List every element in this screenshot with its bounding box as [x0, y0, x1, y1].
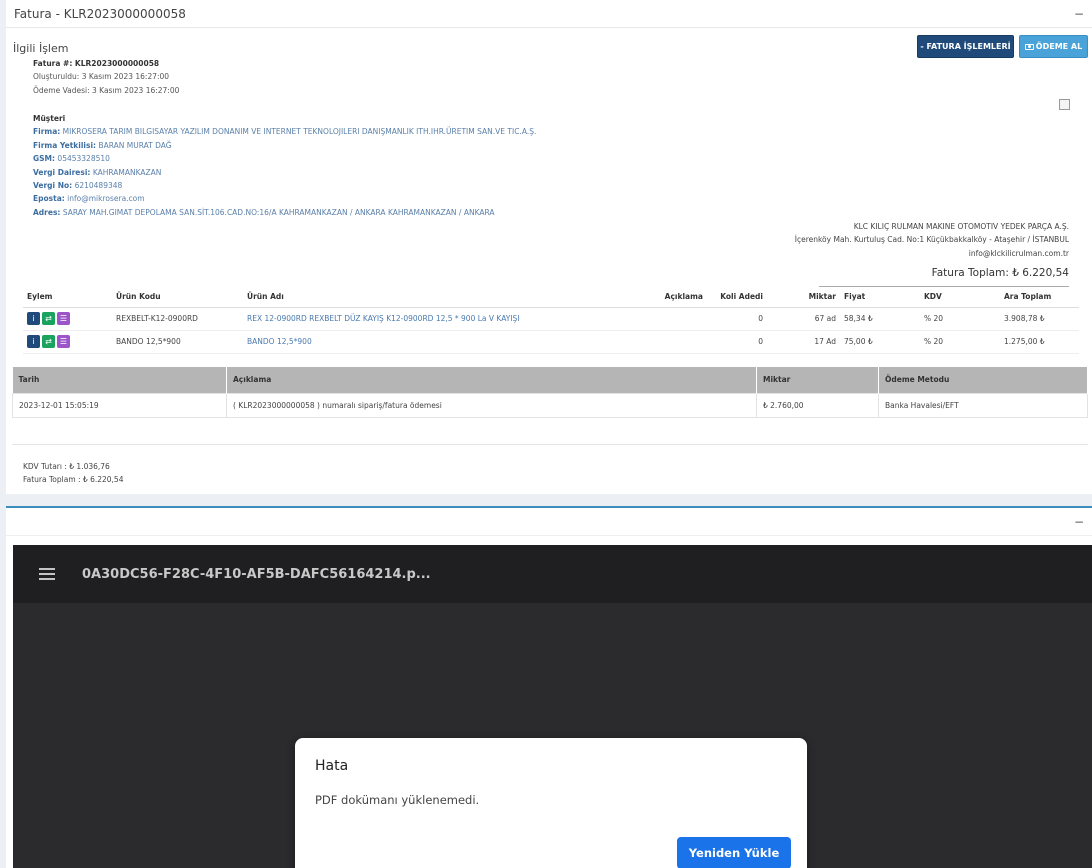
swap-icon[interactable]: ⇄ [42, 335, 55, 348]
collapse-icon[interactable]: − [1074, 7, 1084, 21]
collapse-icon[interactable]: − [1074, 515, 1084, 529]
info-icon[interactable]: i [27, 312, 40, 325]
error-dialog: Hata PDF dokümanı yüklenemedi. Yeniden Y… [295, 738, 807, 868]
payment-method: Banka Havalesi/EFT [878, 392, 1088, 418]
col-header: Ara Toplam [1000, 287, 1079, 308]
pdf-toolbar: 0A30DC56-F28C-4F10-AF5B-DAFC56164214.p..… [13, 545, 1092, 603]
customer-field: Eposta: info@mikrosera.com [33, 194, 145, 204]
kdv: % 20 [920, 307, 1000, 331]
info-icon[interactable]: i [27, 335, 40, 348]
items-header-row: Eylem Ürün Kodu Ürün Adı Açıklama Koli A… [23, 287, 1079, 308]
col-header: Ürün Kodu [112, 287, 243, 308]
pdf-panel: − 0A30DC56-F28C-4F10-AF5B-DAFC56164214.p… [6, 506, 1092, 868]
invoice-number: Fatura #: KLR2023000000058 [33, 59, 160, 68]
pdf-filename: 0A30DC56-F28C-4F10-AF5B-DAFC56164214.p..… [82, 566, 431, 582]
reload-button[interactable]: Yeniden Yükle [677, 837, 791, 868]
product-desc [657, 307, 707, 331]
col-header: Tarih [12, 367, 227, 393]
col-header: Açıklama [657, 287, 707, 308]
table-row: 2023-12-01 15:05:19 ( KLR2023000000058 )… [12, 392, 1088, 418]
kdv-total: KDV Tutarı : ₺ 1.036,76 [23, 462, 110, 471]
customer-field: Adres: SARAY MAH.GIMAT DEPOLAMA SAN.SİT.… [33, 207, 495, 217]
invoice-panel-header: Fatura - KLR2023000000058 − [6, 0, 1092, 28]
invoice-info: Fatura #: KLR2023000000058 Oluşturuldu: … [33, 57, 179, 97]
payment-date: 2023-12-01 15:05:19 [12, 392, 227, 418]
customer-field: Vergi No: 6210489348 [33, 181, 123, 191]
product-desc [657, 330, 707, 354]
subtotal: 1.275,00 ₺ [1000, 330, 1079, 354]
col-header: Koli Adedi [707, 287, 767, 308]
receive-payment-button[interactable]: ÖDEME AL [1019, 35, 1088, 58]
pdf-panel-header: − [6, 508, 1092, 536]
company-info: KLC KILIÇ RULMAN MAKINE OTOMOTIV YEDEK P… [795, 220, 1069, 260]
cash-icon [1024, 43, 1034, 50]
panel-title: Fatura - KLR2023000000058 [14, 6, 186, 21]
col-header: Miktar [767, 287, 840, 308]
quantity: 67 ad [767, 307, 840, 331]
price: 58,34 ₺ [840, 307, 920, 331]
invoice-due: Ödeme Vadesi: 3 Kasım 2023 16:27:00 [33, 85, 180, 95]
col-header: Ürün Adı [243, 287, 657, 308]
col-header: Eylem [23, 287, 112, 308]
invoice-grand-total: Fatura Toplam : ₺ 6.220,54 [23, 475, 124, 485]
col-header: Fiyat [840, 287, 920, 308]
section-title: İlgili İşlem [13, 42, 69, 55]
company-name: KLC KILIÇ RULMAN MAKINE OTOMOTIV YEDEK P… [853, 222, 1069, 231]
list-icon[interactable]: ☰ [57, 335, 70, 348]
customer-field: Firma: MIKROSERA TARIM BILGISAYAR YAZILI… [33, 127, 537, 137]
invoice-total: Fatura Toplam: ₺ 6.220,54 [931, 267, 1069, 279]
list-icon[interactable]: ☰ [57, 312, 70, 325]
dialog-title: Hata [315, 758, 349, 774]
summary: KDV Tutarı : ₺ 1.036,76 Fatura Toplam : … [23, 460, 123, 487]
price: 75,00 ₺ [840, 330, 920, 354]
invoice-panel: Fatura - KLR2023000000058 − İlgili İşlem… [6, 0, 1092, 494]
product-name-link[interactable]: BANDO 12,5*900 [243, 330, 657, 354]
table-row: i ⇄ ☰ REXBELT-K12-0900RD REX 12-0900RD REX… [23, 307, 1079, 331]
table-row: i ⇄ ☰ BANDO 12,5*900 BANDO 12,5*900 0 17 A… [23, 330, 1079, 354]
col-header: KDV [920, 287, 1000, 308]
pdf-viewer: 0A30DC56-F28C-4F10-AF5B-DAFC56164214.p..… [13, 545, 1092, 868]
invoice-operations-button[interactable]: - FATURA İŞLEMLERİ [917, 35, 1014, 58]
customer-info: Müşteri Firma: MIKROSERA TARIM BILGISAYA… [33, 112, 536, 219]
broken-image-icon [1059, 99, 1070, 110]
col-header: Açıklama [226, 367, 757, 393]
customer-field: GSM: 05453328510 [33, 154, 110, 164]
dialog-message: PDF dokümanı yüklenemedi. [315, 793, 480, 807]
payment-desc: ( KLR2023000000058 ) numaralı sipariş/fa… [226, 392, 757, 418]
koli-count: 0 [707, 307, 767, 331]
product-name-link[interactable]: REX 12-0900RD REXBELT DÜZ KAYIŞ K12-0900… [243, 307, 657, 331]
product-code: REXBELT-K12-0900RD [112, 307, 243, 331]
payments-table: Tarih Açıklama Miktar Ödeme Metodu 2023-… [12, 367, 1088, 418]
receive-payment-label: ÖDEME AL [1035, 42, 1083, 51]
items-table: Eylem Ürün Kodu Ürün Adı Açıklama Koli A… [23, 287, 1079, 354]
swap-icon[interactable]: ⇄ [42, 312, 55, 325]
payment-amount: ₺ 2.760,00 [756, 392, 879, 418]
subtotal: 3.908,78 ₺ [1000, 307, 1079, 331]
payments-header-row: Tarih Açıklama Miktar Ödeme Metodu [12, 367, 1088, 393]
company-address: İçerenköy Mah. Kurtuluş Cad. No:1 Küçükb… [794, 235, 1069, 245]
customer-header: Müşteri [33, 114, 66, 123]
company-email: info@klckilicrulman.com.tr [968, 248, 1069, 258]
product-code: BANDO 12,5*900 [112, 330, 243, 354]
customer-field: Vergi Dairesi: KAHRAMANKAZAN [33, 167, 162, 177]
row-actions: i ⇄ ☰ [23, 330, 112, 354]
col-header: Ödeme Metodu [878, 367, 1088, 393]
customer-field: Firma Yetkilisi: BARAN MURAT DAĞ [33, 140, 172, 150]
quantity: 17 Ad [767, 330, 840, 354]
row-actions: i ⇄ ☰ [23, 307, 112, 331]
koli-count: 0 [707, 330, 767, 354]
col-header: Miktar [756, 367, 879, 393]
kdv: % 20 [920, 330, 1000, 354]
hamburger-menu-icon[interactable] [39, 568, 55, 580]
divider [12, 444, 1088, 445]
invoice-created: Oluşturuldu: 3 Kasım 2023 16:27:00 [33, 72, 170, 82]
